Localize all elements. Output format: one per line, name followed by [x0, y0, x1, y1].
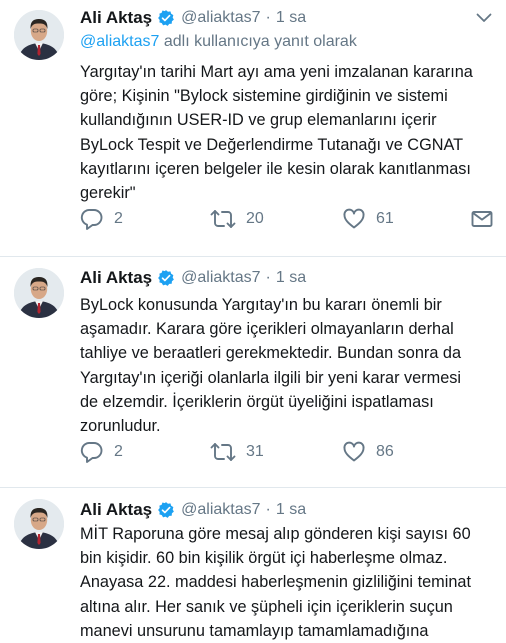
envelope-icon	[470, 207, 494, 231]
tweet[interactable]: Ali Aktaş @aliaktas7 · 1 sa @aliaktas7 a…	[0, 0, 506, 256]
dm-button[interactable]	[470, 207, 494, 231]
tweet-text: Yargıtay'ın tarihi Mart ayı ama yeni imz…	[80, 63, 473, 203]
reply-icon	[80, 440, 104, 464]
retweet-icon	[210, 440, 236, 464]
avatar[interactable]	[14, 268, 64, 318]
separator-dot: ·	[265, 501, 271, 518]
retweet-count: 20	[246, 210, 264, 227]
tweet-text: MİT Raporuna göre mesaj alıp gönderen ki…	[80, 525, 471, 640]
heart-icon	[342, 440, 366, 464]
author-handle[interactable]: @aliaktas7	[181, 501, 260, 519]
retweet-button[interactable]: 20	[210, 207, 264, 231]
retweet-count: 31	[246, 443, 264, 460]
author-name[interactable]: Ali Aktaş	[80, 8, 152, 28]
retweet-icon	[210, 207, 236, 231]
tweet-actions: 2 20 61	[80, 207, 500, 231]
avatar[interactable]	[14, 10, 64, 60]
heart-icon	[342, 207, 366, 231]
author-handle[interactable]: @aliaktas7	[181, 9, 260, 27]
reply-button[interactable]: 2	[80, 207, 123, 231]
reply-context: @aliaktas7 adlı kullanıcıya yanıt olarak	[80, 33, 357, 51]
timestamp[interactable]: 1 sa	[276, 501, 306, 519]
tweet-header: Ali Aktaş @aliaktas7 · 1 sa	[80, 266, 306, 290]
like-count: 86	[376, 443, 394, 460]
tweet[interactable]: Ali Aktaş @aliaktas7 · 1 sa ByLock konus…	[0, 257, 506, 487]
separator-dot: ·	[265, 9, 271, 26]
chevron-down-icon[interactable]	[476, 12, 492, 24]
verified-badge-icon	[157, 269, 175, 287]
reply-count: 2	[114, 443, 123, 460]
verified-badge-icon	[157, 501, 175, 519]
retweet-button[interactable]: 31	[210, 440, 264, 464]
tweet-actions: 2 31 86	[80, 440, 500, 464]
like-button[interactable]: 61	[342, 207, 394, 231]
like-button[interactable]: 86	[342, 440, 394, 464]
avatar[interactable]	[14, 499, 64, 549]
reply-count: 2	[114, 210, 123, 227]
reply-mention[interactable]: @aliaktas7	[80, 33, 159, 50]
reply-icon	[80, 207, 104, 231]
timestamp[interactable]: 1 sa	[276, 9, 306, 27]
author-name[interactable]: Ali Aktaş	[80, 268, 152, 288]
author-handle[interactable]: @aliaktas7	[181, 269, 260, 287]
author-name[interactable]: Ali Aktaş	[80, 500, 152, 520]
reply-button[interactable]: 2	[80, 440, 123, 464]
like-count: 61	[376, 210, 394, 227]
tweet-header: Ali Aktaş @aliaktas7 · 1 sa	[80, 498, 306, 522]
tweet[interactable]: Ali Aktaş @aliaktas7 · 1 sa MİT Raporuna…	[0, 488, 506, 640]
tweet-header: Ali Aktaş @aliaktas7 · 1 sa	[80, 6, 306, 30]
separator-dot: ·	[265, 269, 271, 286]
verified-badge-icon	[157, 9, 175, 27]
reply-context-text: adlı kullanıcıya yanıt olarak	[159, 33, 357, 50]
timestamp[interactable]: 1 sa	[276, 269, 306, 287]
tweet-text: ByLock konusunda Yargıtay'ın bu kararı ö…	[80, 296, 462, 436]
